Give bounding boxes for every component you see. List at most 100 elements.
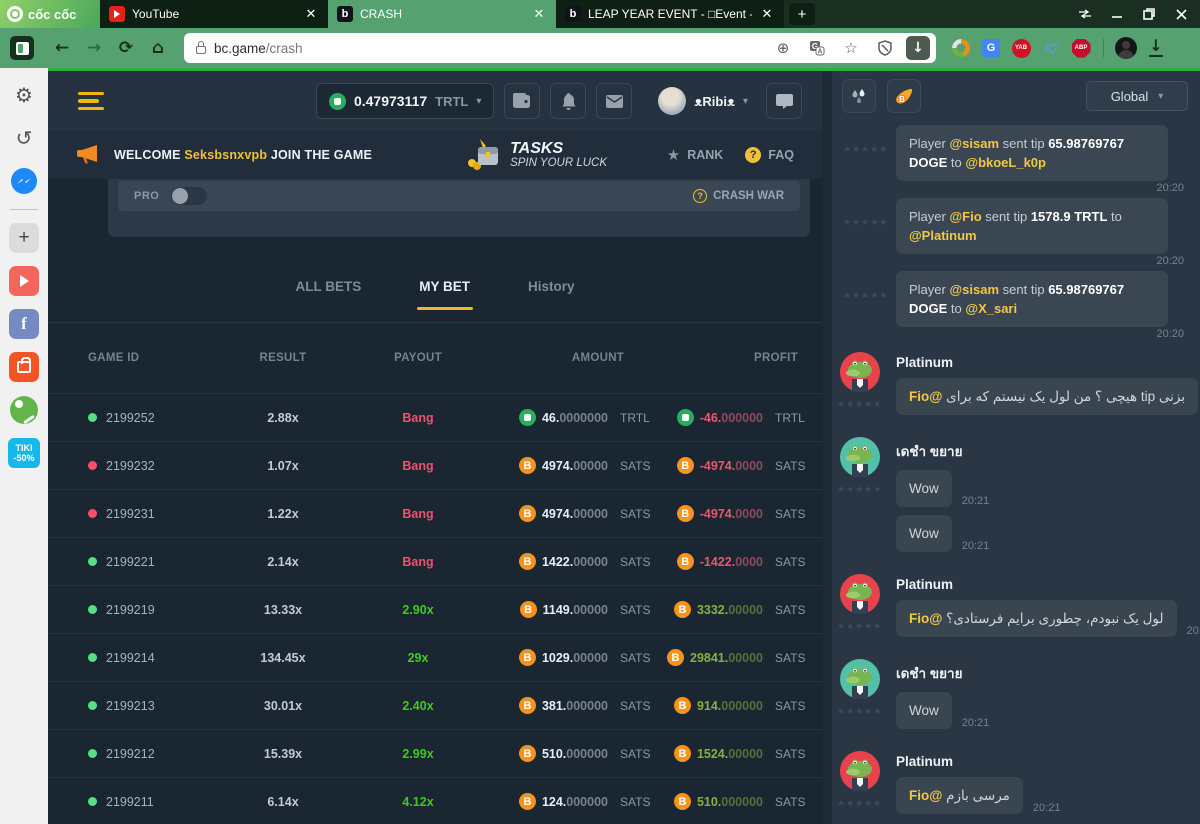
tab-leap-year-event[interactable]: b LEAP YEAR EVENT - □Event - C ✕ (556, 0, 784, 28)
fireball-icon[interactable]: B (887, 79, 921, 113)
avatar[interactable] (840, 465, 880, 480)
settings-gear-icon[interactable]: ⚙ (9, 80, 39, 110)
crash-war-link[interactable]: ? CRASH WAR (693, 189, 784, 203)
new-tab-button[interactable]: + (789, 3, 815, 25)
rain-icon[interactable] (842, 79, 876, 113)
lock-icon[interactable] (196, 46, 206, 54)
chevron-down-icon: ▾ (476, 96, 481, 107)
wallet-button[interactable] (504, 83, 540, 119)
address-bar[interactable]: bc.game/crash ⊕ GA ☆ ↓ (184, 33, 936, 63)
tab-my-bet[interactable]: MY BET (419, 279, 470, 310)
faq-link[interactable]: ?FAQ (745, 147, 794, 163)
chat-username[interactable]: เดชำ ขยาย (896, 662, 1186, 684)
chat-header: B Global ▾ (832, 71, 1200, 121)
add-shortcut-button[interactable]: + (9, 223, 39, 253)
tasks-banner[interactable]: TASKS SPIN YOUR LUCK (464, 137, 607, 174)
mention-username[interactable]: @bkoeL_k0p (965, 155, 1046, 170)
avatar[interactable] (840, 602, 880, 617)
history-icon[interactable]: ↺ (9, 123, 39, 153)
compact-mode-icon[interactable] (1070, 2, 1100, 26)
shopee-shortcut-icon[interactable] (9, 352, 39, 382)
sidebar-toggle-icon[interactable] (10, 36, 34, 60)
tab-close-icon[interactable]: ✕ (759, 7, 775, 22)
pro-options-strip: PRO ? CRASH WAR (118, 181, 800, 211)
downloads-icon[interactable]: ↓ (1143, 35, 1169, 61)
notifications-bell-button[interactable] (550, 83, 586, 119)
table-row[interactable]: 2199231 1.22x Bang B4974.00000 SATS B-49… (48, 489, 822, 537)
rank-link[interactable]: ★RANK (667, 146, 724, 164)
url-text[interactable]: bc.game/crash (214, 41, 762, 56)
close-window-button[interactable] (1166, 2, 1196, 26)
restore-button[interactable] (1134, 2, 1164, 26)
table-row[interactable]: 2199211 6.14x 4.12x B124.000000 SATS B51… (48, 777, 822, 824)
mention-username[interactable]: @sisam (949, 136, 999, 151)
tab-history[interactable]: History (528, 279, 575, 310)
currency-coin-icon: B (519, 697, 536, 714)
table-row[interactable]: 2199219 13.33x 2.90x B1149.00000 SATS B3… (48, 585, 822, 633)
download-active-button[interactable]: ↓ (906, 36, 930, 60)
game-id: 2199232 (106, 459, 155, 473)
messenger-icon[interactable] (9, 166, 39, 196)
coccoc-savior-extension-icon[interactable] (948, 35, 974, 61)
chat-message: ★★★★★เดชำ ขยายWow20:21 (840, 659, 1186, 729)
mention-username[interactable]: @Fio (909, 611, 942, 626)
mention-username[interactable]: @Fio (909, 389, 942, 404)
tab-crash[interactable]: b CRASH ✕ (328, 0, 556, 28)
adblock-shield-icon[interactable] (872, 35, 898, 61)
mention-username[interactable]: @Fio (949, 209, 981, 224)
bookmark-star-icon[interactable]: ☆ (838, 35, 864, 61)
reload-button[interactable]: ⟳ (112, 34, 140, 62)
youtube-shortcut-icon[interactable] (9, 266, 39, 296)
messages-mail-button[interactable] (596, 83, 632, 119)
chat-username[interactable]: เดชำ ขยาย (896, 440, 1186, 462)
chat-username[interactable]: Platinum (896, 355, 1200, 370)
forward-button[interactable]: → (80, 34, 108, 62)
webpage: 0.47973117 TRTL ▾ ᴥRibiᴥ ▾ WELCOME (48, 68, 1200, 824)
mention-username[interactable]: @sisam (949, 282, 999, 297)
table-row[interactable]: 2199213 30.01x 2.40x B381.000000 SATS B9… (48, 681, 822, 729)
table-row[interactable]: 2199214 134.45x 29x B1029.00000 SATS B29… (48, 633, 822, 681)
result-multiplier: 30.01x (228, 699, 338, 713)
avatar[interactable] (840, 779, 880, 794)
table-row[interactable]: 2199221 2.14x Bang B1422.00000 SATS B-14… (48, 537, 822, 585)
mention-username[interactable]: @Platinum (909, 228, 977, 243)
balance-selector[interactable]: 0.47973117 TRTL ▾ (316, 83, 494, 119)
tiki-sale-shortcut-icon[interactable]: TIKI-50% (8, 438, 40, 468)
tab-close-icon[interactable]: ✕ (303, 7, 319, 22)
avatar[interactable] (840, 380, 880, 395)
tab-close-icon[interactable]: ✕ (531, 7, 547, 22)
minimize-button[interactable] (1102, 2, 1132, 26)
menu-hamburger-icon[interactable] (78, 92, 104, 111)
chat-toggle-button[interactable] (766, 83, 802, 119)
chat-user-content: Platinumلول یک نبودم، چطوری برایم فرستاد… (896, 574, 1200, 637)
zoom-icon[interactable]: ⊕ (770, 35, 796, 61)
facebook-shortcut-icon[interactable]: f (9, 309, 39, 339)
chat-username[interactable]: Platinum (896, 577, 1200, 592)
coccoc-logo[interactable]: cốc cốc (0, 0, 100, 28)
currency-coin-icon: B (674, 601, 691, 618)
mention-username[interactable]: @Fio (909, 788, 942, 803)
tab-all-bets[interactable]: ALL BETS (295, 279, 361, 310)
profile-avatar-icon[interactable] (1113, 35, 1139, 61)
avatar[interactable] (840, 687, 880, 702)
table-row[interactable]: 2199212 15.39x 2.99x B510.000000 SATS B1… (48, 729, 822, 777)
translate-icon[interactable]: GA (804, 35, 830, 61)
table-row[interactable]: 2199252 2.88x Bang 46.0000000 TRTL -46.0… (48, 393, 822, 441)
pro-toggle[interactable] (171, 187, 207, 205)
table-row[interactable]: 2199232 1.07x Bang B4974.00000 SATS B-49… (48, 441, 822, 489)
tab-youtube[interactable]: YouTube ✕ (100, 0, 328, 28)
back-button[interactable]: ← (48, 34, 76, 62)
announcement-bar: WELCOME Seksbsnxvpb JOIN THE GAME TASKS … (48, 131, 822, 179)
game-id: 2199252 (106, 411, 155, 425)
coccoc-shortcut-icon[interactable] (9, 395, 39, 425)
iq-extension-icon[interactable]: IQ (1038, 35, 1064, 61)
account-menu[interactable]: ᴥRibiᴥ ▾ (658, 87, 748, 115)
mention-username[interactable]: @X_sari (965, 301, 1017, 316)
chat-channel-select[interactable]: Global ▾ (1086, 81, 1188, 111)
welcomed-player-name[interactable]: Seksbsnxvpb (184, 148, 267, 162)
chat-username[interactable]: Platinum (896, 754, 1186, 769)
home-button[interactable]: ⌂ (144, 34, 172, 62)
abp-extension-icon[interactable]: ABP (1068, 35, 1094, 61)
yab-extension-icon[interactable]: YAB (1008, 35, 1034, 61)
translate-extension-icon[interactable]: G (978, 35, 1004, 61)
